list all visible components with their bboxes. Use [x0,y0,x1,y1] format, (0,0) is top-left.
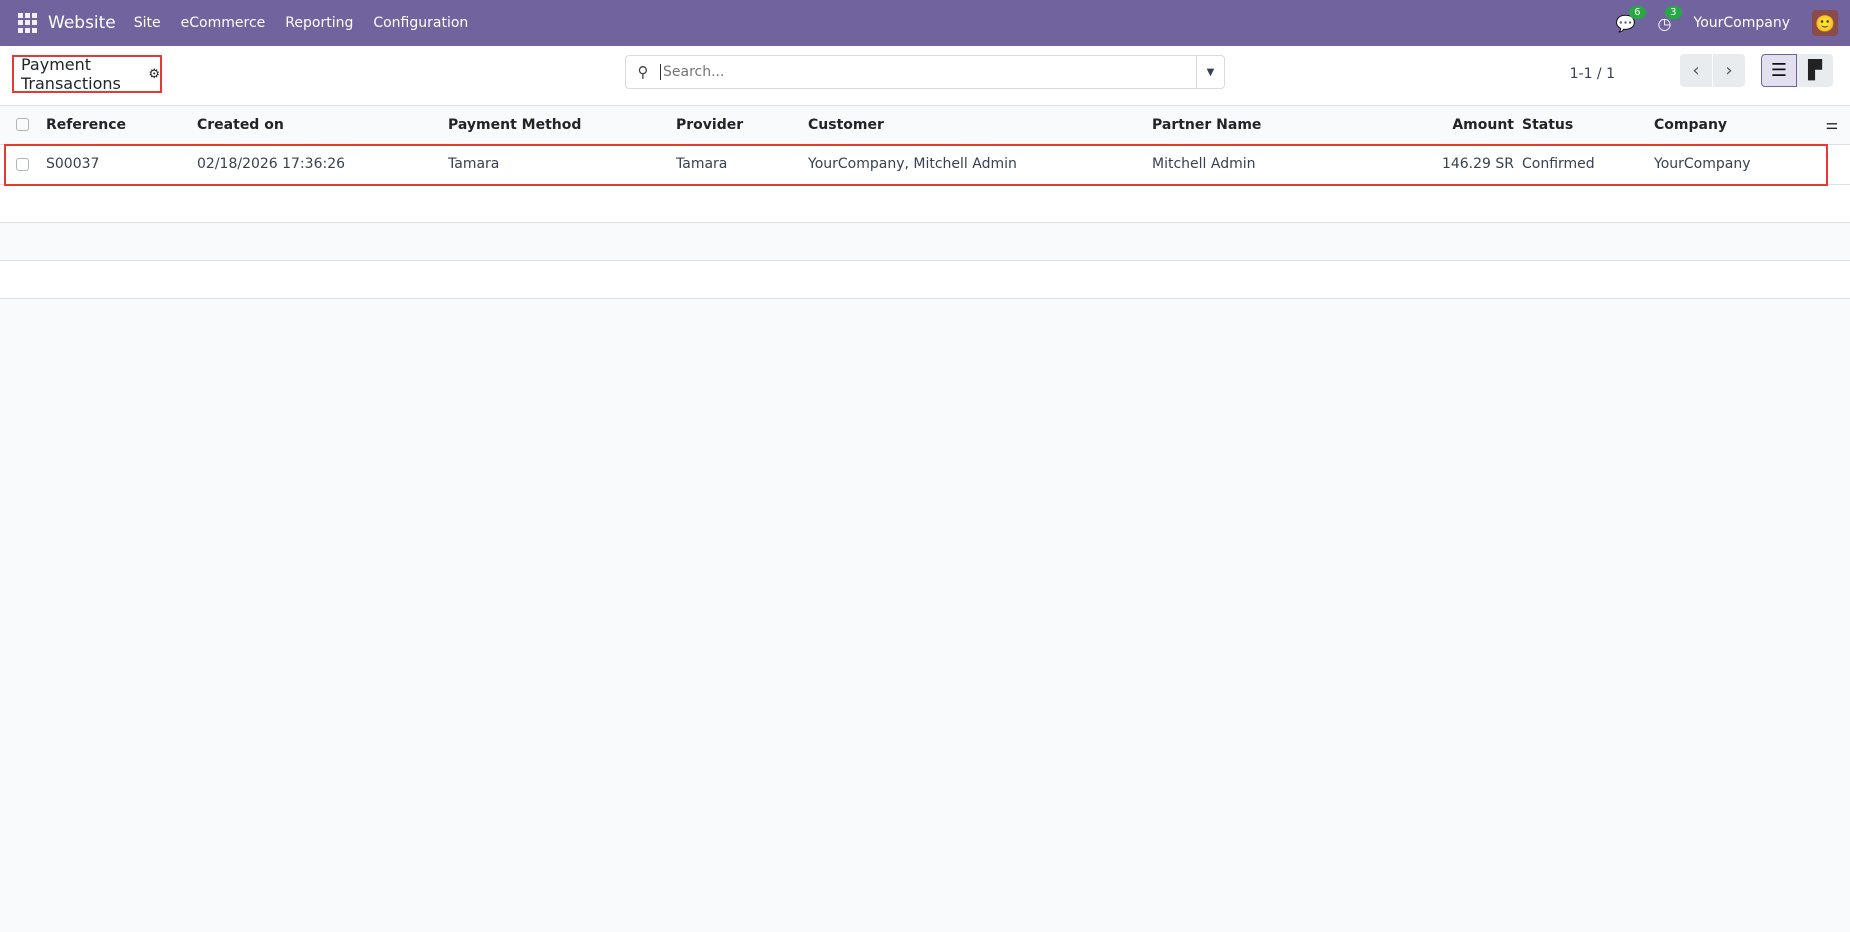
apps-menu-icon[interactable] [18,13,38,33]
menu-configuration[interactable]: Configuration [373,15,468,31]
pager-next-button[interactable]: › [1713,54,1745,87]
column-amount[interactable]: Amount [1352,106,1522,145]
column-partner-name[interactable]: Partner Name [1152,106,1352,145]
column-customer[interactable]: Customer [808,106,1152,145]
cell-partner-name: Mitchell Admin [1152,144,1352,185]
control-panel: Payment Transactions ⚙ ⚲ ▼ 1-1 / 1 [0,46,1850,106]
gear-icon[interactable]: ⚙ [148,67,160,82]
pager-previous-button[interactable]: ‹ [1680,54,1712,87]
activities-badge: 3 [1665,5,1682,19]
pager-value[interactable]: 1-1 / 1 [1570,66,1615,82]
search-input[interactable] [660,64,1196,80]
app-name[interactable]: Website [48,13,116,33]
column-payment-method[interactable]: Payment Method [448,106,676,145]
table-row[interactable]: S00037 02/18/2026 17:36:26 Tamara Tamara… [0,144,1850,185]
cell-reference: S00037 [46,144,197,185]
navbar: Website Site eCommerce Reporting Configu… [0,0,1850,46]
page-title: Payment Transactions [21,55,121,93]
activities-icon[interactable]: ◷ 3 [1658,5,1682,33]
cell-amount: 146.29 SR [1352,144,1522,185]
column-company[interactable]: Company [1654,106,1810,145]
search-options-toggle[interactable]: ▼ [1196,56,1224,88]
cell-provider: Tamara [676,144,808,185]
row-checkbox[interactable] [16,157,29,171]
menu-site[interactable]: Site [134,15,161,31]
list-view-button[interactable]: ☰ [1761,54,1797,87]
column-status[interactable]: Status [1522,106,1654,145]
search-icon: ⚲ [637,63,649,81]
empty-row [0,260,1850,299]
transactions-table: Reference Created on Payment Method Prov… [0,106,1850,299]
optional-columns-icon[interactable]: ⚌ [1825,117,1838,133]
cell-company: YourCompany [1654,144,1810,185]
search-bar: ⚲ ▼ [625,55,1225,89]
column-provider[interactable]: Provider [676,106,808,145]
kanban-view-button[interactable]: ▛ [1797,54,1833,87]
select-all-checkbox[interactable] [16,118,29,132]
cell-status: Confirmed [1522,144,1654,185]
empty-row [0,222,1850,261]
avatar[interactable]: 🙂 [1812,10,1838,36]
empty-row [0,184,1850,223]
column-reference[interactable]: Reference [46,106,197,145]
menu-reporting[interactable]: Reporting [285,15,353,31]
table-header: Reference Created on Payment Method Prov… [0,106,1850,145]
column-created-on[interactable]: Created on [197,106,448,145]
cell-customer: YourCompany, Mitchell Admin [808,144,1152,185]
messages-icon[interactable]: 💬 6 [1616,5,1646,33]
menu-ecommerce[interactable]: eCommerce [181,15,266,31]
messages-badge: 6 [1629,5,1646,19]
breadcrumb: Payment Transactions ⚙ [12,55,162,93]
cell-created-on: 02/18/2026 17:36:26 [197,144,448,185]
cell-payment-method: Tamara [448,144,676,185]
company-switcher[interactable]: YourCompany [1694,15,1791,31]
